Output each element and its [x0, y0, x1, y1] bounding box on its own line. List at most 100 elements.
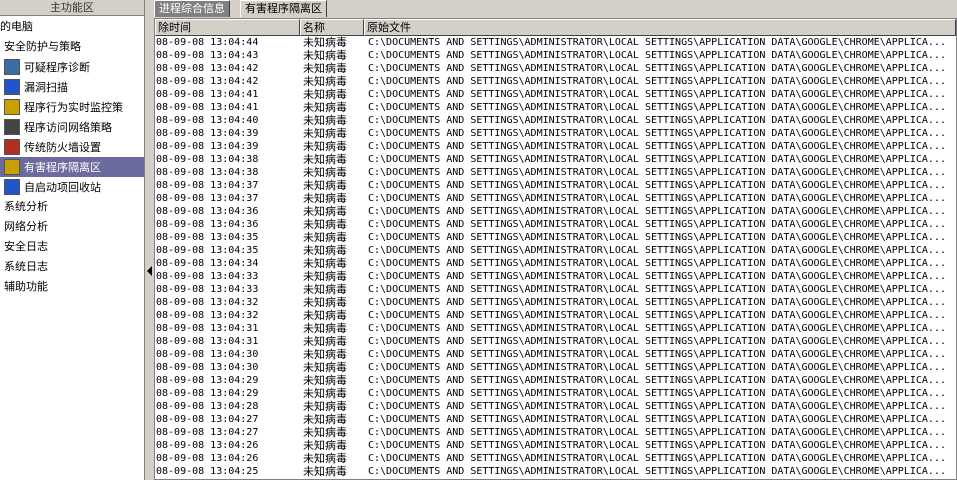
cell-file: C:\DOCUMENTS AND SETTINGS\ADMINISTRATOR\… [368, 128, 946, 139]
cell-file: C:\DOCUMENTS AND SETTINGS\ADMINISTRATOR\… [368, 375, 946, 386]
tree-item[interactable]: 传统防火墙设置 [0, 137, 144, 157]
cell-time: 08-09-08 13:04:26 [156, 440, 259, 451]
table-row[interactable]: 08-09-08 13:04:32 未知病毒 C:\DOCUMENTS AND SE… [155, 296, 956, 309]
cell-file: C:\DOCUMENTS AND SETTINGS\ADMINISTRATOR\… [368, 271, 946, 282]
column-header-name[interactable]: 名称 [300, 19, 364, 36]
table-row[interactable]: 08-09-08 13:04:43 未知病毒 C:\DOCUMENTS AND SE… [155, 49, 956, 62]
column-header-file[interactable]: 原始文件 [364, 19, 956, 36]
cell-file: C:\DOCUMENTS AND SETTINGS\ADMINISTRATOR\… [368, 258, 946, 269]
table-row[interactable]: 08-09-08 13:04:41 未知病毒 C:\DOCUMENTS AND SE… [155, 101, 956, 114]
table-row[interactable]: 08-09-08 13:04:35 未知病毒 C:\DOCUMENTS AND SE… [155, 244, 956, 257]
tree-item[interactable]: 程序访问网络策略 [0, 117, 144, 137]
tree-item[interactable]: 自启动项回收站 [0, 177, 144, 197]
cell-file: C:\DOCUMENTS AND SETTINGS\ADMINISTRATOR\… [368, 154, 946, 165]
table-row[interactable]: 08-09-08 13:04:35 未知病毒 C:\DOCUMENTS AND SE… [155, 231, 956, 244]
table-row[interactable]: 08-09-08 13:04:27 未知病毒 C:\DOCUMENTS AND SE… [155, 413, 956, 426]
table-row[interactable]: 08-09-08 13:04:42 未知病毒 C:\DOCUMENTS AND SE… [155, 62, 956, 75]
table-row[interactable]: 08-09-08 13:04:33 未知病毒 C:\DOCUMENTS AND SE… [155, 283, 956, 296]
table-row[interactable]: 08-09-08 13:04:26 未知病毒 C:\DOCUMENTS AND SE… [155, 452, 956, 465]
cell-name: 未知病毒 [303, 62, 347, 75]
table-row[interactable]: 08-09-08 13:04:33 未知病毒 C:\DOCUMENTS AND SE… [155, 270, 956, 283]
table-row[interactable]: 08-09-08 13:04:31 未知病毒 C:\DOCUMENTS AND SE… [155, 322, 956, 335]
tree-item-label: 漏洞扫描 [24, 81, 68, 94]
table-row[interactable]: 08-09-08 13:04:38 未知病毒 C:\DOCUMENTS AND SE… [155, 153, 956, 166]
cell-name: 未知病毒 [303, 348, 347, 361]
tree-category[interactable]: 安全日志 [0, 237, 144, 257]
table-row[interactable]: 08-09-08 13:04:44 未知病毒 C:\DOCUMENTS AND SE… [155, 36, 956, 49]
panel-splitter[interactable] [145, 0, 154, 480]
table-row[interactable]: 08-09-08 13:04:29 未知病毒 C:\DOCUMENTS AND SE… [155, 387, 956, 400]
main-function-panel: 主功能区 的电脑 安全防护与策略 可疑程序诊断 漏洞扫描程序行为实时监控策 程序访问… [0, 0, 145, 480]
table-row[interactable]: 08-09-08 13:04:29 未知病毒 C:\DOCUMENTS AND SE… [155, 374, 956, 387]
table-row[interactable]: 08-09-08 13:04:37 未知病毒 C:\DOCUMENTS AND SE… [155, 179, 956, 192]
table-row[interactable]: 08-09-08 13:04:28 未知病毒 C:\DOCUMENTS AND SE… [155, 400, 956, 413]
cell-file: C:\DOCUMENTS AND SETTINGS\ADMINISTRATOR\… [368, 206, 946, 217]
column-header-time[interactable]: 除时间 [155, 19, 300, 36]
tree-category[interactable]: 网络分析 [0, 217, 144, 237]
cell-name: 未知病毒 [303, 413, 347, 426]
cell-name: 未知病毒 [303, 244, 347, 257]
cell-file: C:\DOCUMENTS AND SETTINGS\ADMINISTRATOR\… [368, 466, 946, 477]
cell-name: 未知病毒 [303, 166, 347, 179]
table-row[interactable]: 08-09-08 13:04:30 未知病毒 C:\DOCUMENTS AND SE… [155, 348, 956, 361]
table-row[interactable]: 08-09-08 13:04:37 未知病毒 C:\DOCUMENTS AND SE… [155, 192, 956, 205]
tab-quarantine[interactable]: 有害程序隔离区 [240, 0, 327, 17]
table-row[interactable]: 08-09-08 13:04:34 未知病毒 C:\DOCUMENTS AND SE… [155, 257, 956, 270]
tab-process-info[interactable]: 进程综合信息 [154, 0, 230, 17]
cell-name: 未知病毒 [303, 465, 347, 478]
cell-time: 08-09-08 13:04:35 [156, 232, 259, 243]
table-row[interactable]: 08-09-08 13:04:42 未知病毒 C:\DOCUMENTS AND SE… [155, 75, 956, 88]
cell-file: C:\DOCUMENTS AND SETTINGS\ADMINISTRATOR\… [368, 167, 946, 178]
tree-item[interactable]: 漏洞扫描 [0, 77, 144, 97]
cell-name: 未知病毒 [303, 283, 347, 296]
cell-name: 未知病毒 [303, 270, 347, 283]
table-row[interactable]: 08-09-08 13:04:31 未知病毒 C:\DOCUMENTS AND SE… [155, 335, 956, 348]
cell-time: 08-09-08 13:04:29 [156, 375, 259, 386]
table-row[interactable]: 08-09-08 13:04:36 未知病毒 C:\DOCUMENTS AND SE… [155, 218, 956, 231]
table-row[interactable]: 08-09-08 13:04:39 未知病毒 C:\DOCUMENTS AND SE… [155, 140, 956, 153]
cell-file: C:\DOCUMENTS AND SETTINGS\ADMINISTRATOR\… [368, 219, 946, 230]
tree-item[interactable]: 有害程序隔离区 [0, 157, 144, 177]
cell-time: 08-09-08 13:04:41 [156, 102, 259, 113]
table-row[interactable]: 08-09-08 13:04:36 未知病毒 C:\DOCUMENTS AND SE… [155, 205, 956, 218]
cell-name: 未知病毒 [303, 296, 347, 309]
cell-file: C:\DOCUMENTS AND SETTINGS\ADMINISTRATOR\… [368, 453, 946, 464]
cell-time: 08-09-08 13:04:30 [156, 349, 259, 360]
cell-file: C:\DOCUMENTS AND SETTINGS\ADMINISTRATOR\… [368, 76, 946, 87]
tab-bar: 进程综合信息 有害程序隔离区 [154, 0, 957, 17]
table-row[interactable]: 08-09-08 13:04:39 未知病毒 C:\DOCUMENTS AND SE… [155, 127, 956, 140]
tree-item-label: 可疑程序诊断 [24, 61, 90, 74]
tree-category[interactable]: 系统分析 [0, 197, 144, 217]
table-row[interactable]: 08-09-08 13:04:30 未知病毒 C:\DOCUMENTS AND SE… [155, 361, 956, 374]
tree-item-label: 传统防火墙设置 [24, 141, 101, 154]
cell-file: C:\DOCUMENTS AND SETTINGS\ADMINISTRATOR\… [368, 50, 946, 61]
cell-name: 未知病毒 [303, 231, 347, 244]
tree-category[interactable]: 系统日志 [0, 257, 144, 277]
cell-name: 未知病毒 [303, 426, 347, 439]
cell-time: 08-09-08 13:04:39 [156, 128, 259, 139]
tree-item[interactable]: 程序行为实时监控策 [0, 97, 144, 117]
table-row[interactable]: 08-09-08 13:04:38 未知病毒 C:\DOCUMENTS AND SE… [155, 166, 956, 179]
tree-root-computer[interactable]: 的电脑 [0, 17, 144, 37]
panel-header: 主功能区 [0, 0, 144, 16]
tree-item[interactable]: 可疑程序诊断 [0, 57, 144, 77]
collapse-arrow-icon[interactable] [147, 266, 152, 276]
table-row[interactable]: 08-09-08 13:04:40 未知病毒 C:\DOCUMENTS AND SE… [155, 114, 956, 127]
cell-time: 08-09-08 13:04:44 [156, 37, 259, 48]
table-header: 除时间 名称 原始文件 [155, 19, 956, 36]
tree-category-security[interactable]: 安全防护与策略 [0, 37, 144, 57]
cell-time: 08-09-08 13:04:43 [156, 50, 259, 61]
cell-time: 08-09-08 13:04:31 [156, 336, 259, 347]
cell-file: C:\DOCUMENTS AND SETTINGS\ADMINISTRATOR\… [368, 401, 946, 412]
table-row[interactable]: 08-09-08 13:04:25 未知病毒 C:\DOCUMENTS AND SE… [155, 465, 956, 478]
cell-name: 未知病毒 [303, 335, 347, 348]
table-row[interactable]: 08-09-08 13:04:26 未知病毒 C:\DOCUMENTS AND SE… [155, 439, 956, 452]
table-row[interactable]: 08-09-08 13:04:41 未知病毒 C:\DOCUMENTS AND SE… [155, 88, 956, 101]
table-row[interactable]: 08-09-08 13:04:27 未知病毒 C:\DOCUMENTS AND SE… [155, 426, 956, 439]
cell-time: 08-09-08 13:04:42 [156, 76, 259, 87]
cell-name: 未知病毒 [303, 101, 347, 114]
table-row[interactable]: 08-09-08 13:04:32 未知病毒 C:\DOCUMENTS AND SE… [155, 309, 956, 322]
cell-name: 未知病毒 [303, 179, 347, 192]
cell-file: C:\DOCUMENTS AND SETTINGS\ADMINISTRATOR\… [368, 245, 946, 256]
tree-category[interactable]: 辅助功能 [0, 277, 144, 297]
